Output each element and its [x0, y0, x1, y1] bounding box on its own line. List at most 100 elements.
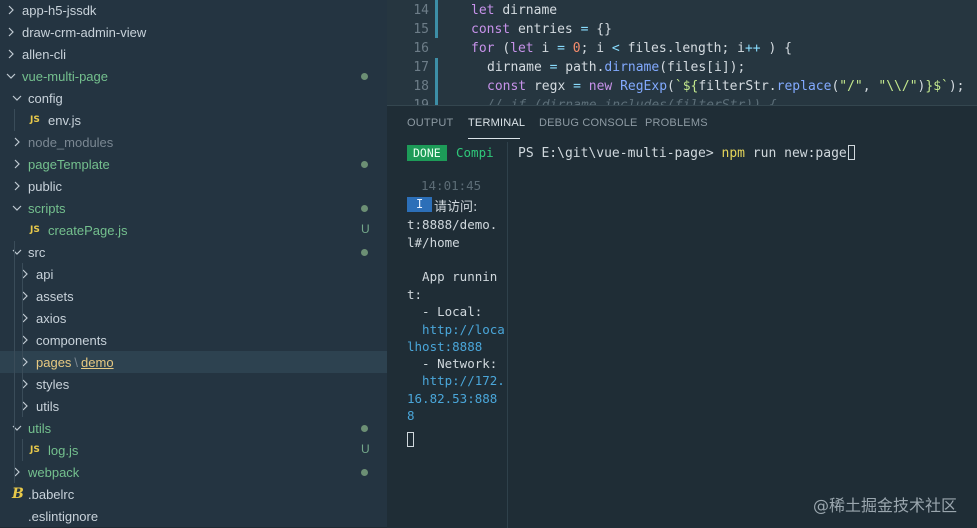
code-text: const regx = new RegExp(`${filterStr.rep… — [487, 79, 965, 94]
explorer-item[interactable]: pages \ demo — [0, 351, 387, 373]
explorer-item[interactable]: scripts — [0, 197, 387, 219]
indent-guide — [22, 263, 23, 417]
active-tab-indicator — [468, 138, 520, 139]
code-token: files.length; i — [627, 41, 745, 56]
code-line[interactable]: 16 for (let i = 0; i < files.length; i++ … — [387, 39, 977, 58]
chevron-right-icon[interactable] — [6, 27, 16, 37]
code-token: , — [862, 79, 879, 94]
terminal-output-line: - Local: — [407, 304, 483, 319]
explorer-item-label-compact[interactable]: demo — [81, 355, 114, 370]
line-number: 15 — [413, 22, 429, 37]
explorer-item[interactable]: .eslintignore — [0, 505, 387, 527]
code-token: = — [557, 41, 573, 56]
git-untracked-status: U — [361, 222, 370, 236]
explorer-item[interactable]: JS log.js U — [0, 439, 387, 461]
code-token: path. — [565, 60, 605, 75]
code-line[interactable]: 14 let dirname — [387, 1, 977, 20]
chevron-down-icon[interactable] — [12, 203, 22, 213]
terminal-output-line: 16.82.53:888 — [407, 391, 498, 406]
code-text: // if (dirname.includes(filterStr)) { — [487, 98, 777, 105]
explorer-item-label: pages — [36, 354, 72, 370]
chevron-right-icon[interactable] — [6, 49, 16, 59]
code-token: = — [549, 60, 566, 75]
explorer-item-label: createPage.js — [48, 222, 128, 238]
code-token: ; i — [580, 41, 612, 56]
chevron-right-icon[interactable] — [12, 137, 22, 147]
tab-debug-console[interactable]: DEBUG CONSOLE — [539, 117, 638, 129]
explorer-sidebar: app-h5-jssdk draw-crm-admin-view allen-cli… — [0, 0, 387, 527]
terminal-cursor-left — [407, 432, 414, 447]
code-token: const — [471, 22, 518, 37]
explorer-item-label: config — [28, 90, 63, 106]
explorer-item[interactable]: JS env.js — [0, 109, 387, 131]
explorer-item[interactable]: styles — [0, 373, 387, 395]
explorer-item[interactable]: draw-crm-admin-view — [0, 21, 387, 43]
explorer-item-label: utils — [28, 420, 52, 436]
indent-guide — [22, 439, 23, 461]
watermark: @稀土掘金技术社区 — [812, 496, 957, 515]
explorer-item[interactable]: api — [0, 263, 387, 285]
code-line[interactable]: 19 // if (dirname.includes(filterStr)) { — [387, 96, 977, 105]
explorer-item[interactable]: utils — [0, 395, 387, 417]
code-line[interactable]: 17 dirname = path.dirname(files[i]); — [387, 58, 977, 77]
code-token: let — [510, 41, 542, 56]
code-token: }$` — [925, 79, 949, 94]
javascript-file-icon: JS — [30, 225, 40, 235]
git-modified-dot-icon — [361, 161, 368, 168]
explorer-item[interactable]: JS createPage.js U — [0, 219, 387, 241]
chevron-down-icon[interactable] — [6, 71, 16, 81]
explorer-item[interactable]: src — [0, 241, 387, 263]
explorer-item[interactable]: components — [0, 329, 387, 351]
code-token: const — [487, 79, 534, 94]
tab-output[interactable]: OUTPUT — [407, 117, 453, 129]
explorer-item[interactable]: vue-multi-page — [0, 65, 387, 87]
code-token: = — [580, 22, 597, 37]
chevron-right-icon[interactable] — [12, 159, 22, 169]
chevron-right-icon[interactable] — [6, 5, 16, 15]
code-text: dirname = path.dirname(files[i]); — [487, 60, 745, 75]
path-separator: \ — [74, 354, 79, 370]
line-number: 17 — [413, 60, 429, 75]
terminal-output-line: l#/home — [407, 235, 460, 250]
code-token: dirname — [502, 3, 558, 18]
code-token: ++ — [744, 41, 761, 56]
chevron-down-icon[interactable] — [12, 93, 22, 103]
explorer-item[interactable]: axios — [0, 307, 387, 329]
tab-terminal[interactable]: TERMINAL — [468, 117, 525, 129]
prompt-path: PS E:\git\vue-multi-page> — [518, 146, 722, 161]
terminal-output-line: http://172. — [407, 373, 505, 388]
explorer-item[interactable]: B .babelrc — [0, 483, 387, 505]
terminal-pane-left[interactable]: DONE Compi 14:01:45 I 请访问: t:8888/demo. l… — [387, 142, 508, 528]
git-change-gutter-mark — [435, 0, 438, 38]
javascript-file-icon: JS — [30, 445, 40, 455]
bottom-panel: OUTPUT TERMINAL DEBUG CONSOLE PROBLEMS D… — [387, 105, 977, 528]
explorer-item[interactable]: public — [0, 175, 387, 197]
explorer-item-label: utils — [36, 398, 60, 414]
terminal-output-line: 8 — [407, 408, 415, 423]
line-number: 16 — [413, 41, 429, 56]
chevron-right-icon[interactable] — [12, 181, 22, 191]
explorer-item-label: components — [36, 332, 107, 348]
code-line[interactable]: 15 const entries = {} — [387, 20, 977, 39]
explorer-item[interactable]: assets — [0, 285, 387, 307]
explorer-item[interactable]: config — [0, 87, 387, 109]
code-token: new — [588, 79, 621, 94]
explorer-item[interactable]: webpack — [0, 461, 387, 483]
explorer-item[interactable]: utils — [0, 417, 387, 439]
done-badge: DONE — [407, 145, 447, 161]
code-token: {} — [596, 22, 612, 37]
code-editor[interactable]: 14 let dirname 15 const entries = {} 16 for (… — [387, 0, 977, 105]
line-number: 14 — [413, 3, 429, 18]
terminal-pane-right[interactable]: PS E:\git\vue-multi-page> npm run new:pa… — [508, 142, 977, 528]
explorer-item[interactable]: app-h5-jssdk — [0, 0, 387, 21]
explorer-item[interactable]: pageTemplate — [0, 153, 387, 175]
command-name: npm — [721, 146, 745, 161]
code-token: "\\/" — [878, 79, 918, 94]
code-token: regx — [533, 79, 574, 94]
explorer-item-label: pageTemplate — [28, 156, 110, 172]
explorer-item[interactable]: node_modules — [0, 131, 387, 153]
tab-problems[interactable]: PROBLEMS — [645, 117, 708, 129]
code-line[interactable]: 18 const regx = new RegExp(`${filterStr.r… — [387, 77, 977, 96]
explorer-item[interactable]: allen-cli — [0, 43, 387, 65]
git-untracked-status: U — [361, 442, 370, 456]
